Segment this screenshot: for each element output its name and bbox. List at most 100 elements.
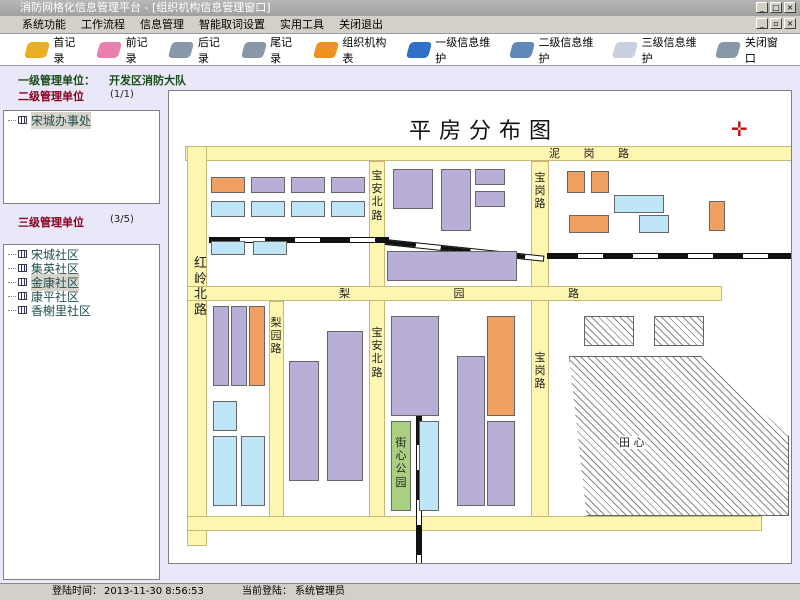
org-table-icon [312, 41, 340, 58]
building [419, 421, 439, 511]
building [211, 177, 245, 193]
tree-node[interactable]: 集英社区 [4, 261, 159, 276]
minimize-button[interactable]: _ [756, 2, 768, 13]
child-close-button[interactable]: × [784, 18, 796, 29]
table-icon [18, 116, 27, 124]
building [231, 306, 247, 386]
next-record-icon [168, 41, 195, 58]
tree-line [8, 309, 16, 311]
building [639, 215, 669, 233]
level1-icon [405, 41, 433, 58]
road-bottom [187, 516, 762, 531]
child-minimize-button[interactable]: _ [756, 18, 768, 29]
menu-item[interactable]: 智能取词设置 [199, 16, 265, 33]
toolbar-label: 尾记录 [270, 35, 293, 65]
building [211, 241, 245, 255]
level1-label: 一级管理单位： [18, 74, 95, 87]
menu-item[interactable]: 系统功能 [22, 16, 66, 33]
building [614, 195, 664, 213]
building [251, 177, 285, 193]
toolbar-button[interactable]: 二级信息维护 [508, 34, 600, 66]
building [213, 436, 237, 506]
level3-count: (3/5) [110, 214, 134, 225]
building [327, 331, 363, 481]
tree-node-label: 香榭里社区 [31, 303, 92, 318]
toolbar-button[interactable]: 三级信息维护 [612, 34, 703, 66]
level1-unit: 一级管理单位： 开发区消防大队 [18, 72, 186, 88]
close-button[interactable]: × [784, 2, 796, 13]
toolbar-label: 二级信息维护 [538, 35, 594, 65]
tree-node[interactable]: 宋城社区 [4, 247, 159, 262]
level3-tree[interactable]: 宋城社区 集英社区 金康社区 康平社区 香榭里社区 [3, 244, 160, 580]
building [475, 169, 505, 185]
toolbar-button[interactable]: 首记录 [23, 34, 84, 66]
toolbar-label: 组织机构表 [342, 35, 387, 65]
tianxin-label: 田 心 [619, 436, 645, 450]
level2-tree[interactable]: 宋城办事处 [3, 110, 160, 204]
label-hongling: 红岭北路 [194, 256, 208, 318]
tree-node-label: 宋城办事处 [31, 111, 92, 129]
building [289, 361, 319, 481]
menu-item[interactable]: 信息管理 [140, 16, 184, 33]
tree-node[interactable]: 宋城办事处 [4, 111, 159, 129]
tree-node[interactable]: 香榭里社区 [4, 303, 159, 318]
current-user: 系统管理员 [295, 586, 345, 597]
compass-icon: ✛ [731, 117, 748, 141]
table-icon [18, 306, 27, 314]
level2-heading: 二级管理单位 [18, 90, 84, 103]
toolbar-label: 前记录 [125, 35, 148, 65]
maximize-button[interactable]: □ [770, 2, 782, 13]
menu-item[interactable]: 实用工具 [280, 16, 324, 33]
toolbar-button[interactable]: 前记录 [96, 34, 156, 66]
tree-line [8, 253, 16, 255]
level2-icon [508, 41, 536, 58]
building [441, 169, 471, 231]
menu-item[interactable]: 关闭退出 [339, 16, 383, 33]
map-title: 平房分布图 [409, 119, 560, 144]
hatched-area [654, 316, 704, 346]
toolbar-label: 一级信息维护 [435, 35, 491, 65]
child-window-controls: _ ▫ × [756, 18, 796, 29]
building [331, 177, 365, 193]
current-user-label: 当前登陆： [242, 586, 292, 597]
building [291, 177, 325, 193]
toolbar-button[interactable]: 一级信息维护 [405, 34, 497, 66]
close-window-icon [715, 41, 743, 58]
level3-icon [612, 41, 639, 58]
tree-line [8, 267, 16, 269]
building [211, 201, 245, 217]
table-icon [18, 250, 27, 258]
window-controls: _ □ × [756, 2, 796, 13]
label-baoan: 宝安北路 [371, 169, 383, 222]
building [249, 306, 265, 386]
toolbar-button[interactable]: 尾记录 [240, 34, 301, 66]
building [569, 215, 609, 233]
toolbar-button[interactable]: 后记录 [168, 34, 228, 66]
building [213, 306, 229, 386]
toolbar-label: 首记录 [53, 35, 76, 65]
building [251, 201, 285, 217]
tree-node[interactable]: 金康社区 [4, 273, 159, 291]
road-baogang [531, 161, 549, 531]
building [487, 421, 515, 506]
toolbar-button[interactable]: 组织机构表 [312, 34, 394, 66]
child-restore-button[interactable]: ▫ [770, 18, 782, 29]
status-bar: 登陆时间： 2013-11-30 8:56:53 当前登陆： 系统管理员 [0, 583, 800, 600]
tree-line [8, 295, 16, 297]
label-liyuan-v: 梨园路 [270, 316, 282, 356]
building [253, 241, 287, 255]
prev-record-icon [96, 41, 123, 58]
building [457, 356, 485, 506]
last-record-icon [240, 41, 268, 58]
menu-item[interactable]: 工作流程 [81, 16, 125, 33]
hatched-area [584, 316, 634, 346]
login-time-label: 登陆时间： [52, 586, 102, 597]
label-liyuan: 梨 园 路 [339, 287, 579, 300]
toolbar-button[interactable]: 关闭窗口 [715, 34, 786, 66]
toolbar-label: 后记录 [197, 35, 220, 65]
building [391, 316, 439, 416]
building [475, 191, 505, 207]
building [591, 171, 609, 193]
label-baogang2: 宝岗路 [534, 351, 546, 391]
toolbar: 首记录 前记录 后记录 尾记录 组织机构表 一级信息维护 二级信息维护 三级信息维护 关闭窗口 [0, 33, 800, 66]
